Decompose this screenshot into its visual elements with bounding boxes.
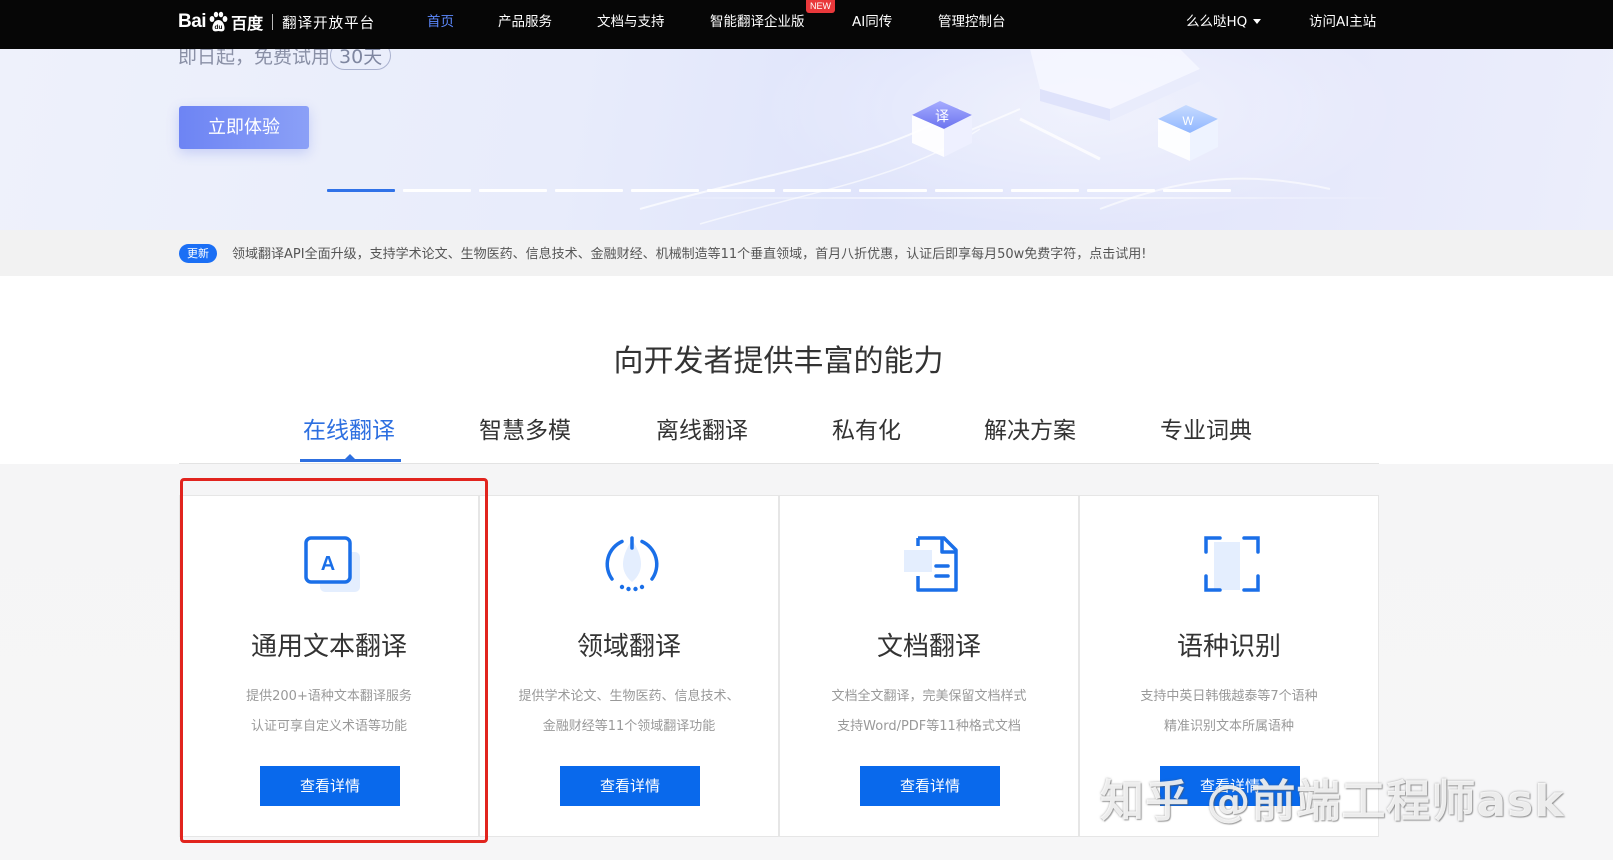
card-title: 领域翻译 [576,632,681,662]
card-desc-line2: 支持Word/PDF等11种格式文档 [837,719,1021,734]
trial-days: 30天 [330,49,392,70]
carousel-indicators [327,189,1231,192]
carousel-dot[interactable] [555,189,623,192]
svg-text:du: du [215,24,223,31]
carousel-dot[interactable] [403,189,471,192]
user-menu[interactable]: 么么哒HQ [1186,0,1262,45]
card-desc-line2: 金融财经等11个领域翻译功能 [542,719,716,734]
carousel-dot[interactable] [479,189,547,192]
card-title: 文档翻译 [876,632,981,662]
top-navigation-bar: Bai du 百度 翻译开放平台 首页 产品服务 文档与支持 智能翻译企业版 N… [0,0,1613,49]
notice-text[interactable]: 领域翻译API全面升级，支持学术论文、生物医药、信息技术、金融财经、机械制造等1… [232,243,1147,262]
document-translate-icon [904,536,958,592]
carousel-dot[interactable] [783,189,851,192]
logo-bai-text: Bai [178,11,207,32]
username: 么么哒HQ [1186,14,1248,30]
nav-enterprise[interactable]: 智能翻译企业版 [710,0,805,45]
carousel-dot[interactable] [631,189,699,192]
carousel-dot[interactable] [859,189,927,192]
nav-docs-support[interactable]: 文档与支持 [597,0,665,45]
caret-down-icon [1253,19,1262,24]
card-desc-line1: 提供学术论文、生物医药、信息技术、 [518,689,740,704]
nav-products[interactable]: 产品服务 [498,0,552,45]
card-description: 支持中英日韩俄越泰等7个语种 精准识别文本所属语种 [1080,682,1378,742]
hero-banner: 译 W 即日起，免费试用 30天 立即体验 [0,49,1613,230]
nav-home[interactable]: 首页 [427,0,454,45]
carousel-dot[interactable] [327,189,395,192]
section-title: 向开发者提供丰富的能力 [613,344,944,379]
platform-name: 翻译开放平台 [282,15,376,32]
baidu-paw-icon: du [207,11,229,33]
tab-dictionary[interactable]: 专业词典 [1160,411,1252,445]
update-badge: 更新 [179,244,217,263]
carousel-dot[interactable] [1011,189,1079,192]
view-details-button[interactable]: 查看详情 [860,766,1000,806]
carousel-dot[interactable] [707,189,775,192]
nav-console[interactable]: 管理控制台 [938,0,1006,45]
tab-offline-translation[interactable]: 离线翻译 [656,411,748,445]
zhihu-watermark: 知乎 @前端工程师ask [1100,776,1565,827]
tab-smart-multimodal[interactable]: 智慧多模 [479,411,571,445]
try-now-button[interactable]: 立即体验 [179,106,309,149]
card-description: 文档全文翻译，完美保留文档样式 支持Word/PDF等11种格式文档 [780,682,1078,742]
red-highlight-box [180,478,488,843]
view-details-button[interactable]: 查看详情 [560,766,700,806]
tab-solutions[interactable]: 解决方案 [984,411,1076,445]
card-title: 语种识别 [1176,632,1281,662]
card-description: 提供学术论文、生物医药、信息技术、 金融财经等11个领域翻译功能 [480,682,778,742]
logo-baidu-cn: 百度 [231,14,264,33]
card-desc-line2: 精准识别文本所属语种 [1163,719,1294,734]
domain-translate-icon [605,536,659,592]
nav-visit-ai[interactable]: 访问AI主站 [1309,0,1376,45]
banner-subtitle-prefix: 即日起，免费试用 [178,49,331,68]
new-badge: NEW [806,0,835,13]
carousel-dot[interactable] [1087,189,1155,192]
tab-private-deployment[interactable]: 私有化 [832,411,901,445]
carousel-dot[interactable] [935,189,1003,192]
card-desc-line1: 文档全文翻译，完美保留文档样式 [831,689,1027,704]
carousel-dot[interactable] [1163,189,1231,192]
baidu-logo[interactable]: Bai du 百度 翻译开放平台 [178,8,375,36]
card-document-translation: 文档翻译 文档全文翻译，完美保留文档样式 支持Word/PDF等11种格式文档 … [779,495,1079,837]
active-tab-underline [300,459,401,462]
svg-text:译: 译 [935,109,949,125]
banner-subtitle: 即日起，免费试用 30天 [178,49,392,70]
language-detect-icon [1204,536,1260,592]
update-notice-bar[interactable]: 更新 领域翻译API全面升级，支持学术论文、生物医药、信息技术、金融财经、机械制… [0,230,1613,276]
logo-divider [272,14,274,30]
tab-online-translation[interactable]: 在线翻译 [303,411,395,445]
card-domain-translation: 领域翻译 提供学术论文、生物医药、信息技术、 金融财经等11个领域翻译功能 查看… [479,495,779,837]
nav-ai-interpretation[interactable]: AI同传 [852,0,892,45]
svg-text:W: W [1182,114,1194,128]
card-desc-line1: 支持中英日韩俄越泰等7个语种 [1140,689,1318,704]
